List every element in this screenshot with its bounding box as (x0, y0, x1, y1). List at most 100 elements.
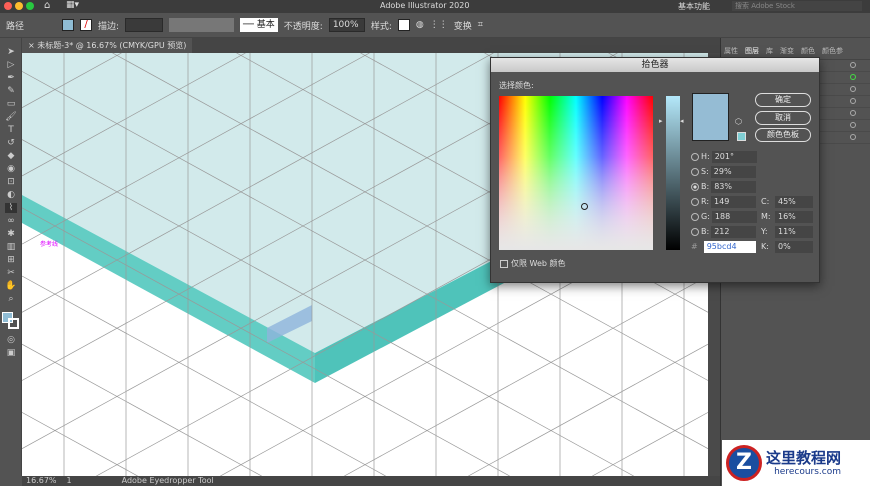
cyan-label: C: (761, 197, 770, 206)
tab-libraries[interactable]: 库 (766, 46, 773, 56)
warp-tool-icon[interactable]: ◉ (5, 164, 17, 174)
magenta-input[interactable]: 16% (775, 210, 813, 223)
brightness-row: B: 83% (691, 180, 761, 193)
tools-panel: ➤ ▷ ✒ ✎ ▭ 🖌 T ↺ ◆ ◉ ⊡ ◐ ⌇ ∞ ✱ ▥ ⊞ ✂ ✋ ⌕ … (0, 38, 22, 476)
brightness-radio[interactable] (691, 182, 699, 191)
object-type: 路径 (6, 21, 25, 32)
minimize-button[interactable] (15, 2, 23, 10)
hue-input[interactable]: 201° (711, 150, 757, 163)
green-input[interactable]: 188 (711, 210, 757, 223)
blend-tool-icon[interactable]: ∞ (5, 216, 17, 226)
stroke-color-box[interactable] (8, 318, 19, 329)
workspace-switcher[interactable]: 基本功能 (678, 1, 710, 12)
artboard-number[interactable]: 1 (67, 476, 72, 486)
rotate-tool-icon[interactable]: ↺ (5, 138, 17, 148)
red-input[interactable]: 149 (711, 195, 757, 208)
gamut-swatch[interactable] (737, 132, 746, 141)
watermark-url: herecours.com (774, 466, 842, 477)
blue-input[interactable]: 212 (711, 225, 757, 238)
guide-label: 参考线 (40, 241, 59, 248)
red-radio[interactable] (691, 197, 699, 206)
hand-tool-icon[interactable]: ✋ (5, 281, 17, 291)
selection-tool-icon[interactable]: ➤ (5, 47, 17, 57)
home-icon[interactable]: ⌂ (44, 0, 50, 11)
color-field-cursor[interactable] (581, 203, 588, 210)
brightness-input[interactable]: 83% (711, 180, 757, 193)
slider-handle-right[interactable]: ◂ (680, 117, 684, 125)
tab-layers[interactable]: 图层 (745, 46, 759, 56)
out-of-gamut-icon[interactable]: ⬡ (735, 117, 742, 126)
brightness-slider[interactable] (666, 96, 680, 250)
hex-input[interactable]: 95bcd4 (703, 240, 756, 253)
slice-tool-icon[interactable]: ✂ (5, 268, 17, 278)
eyedropper-tool-icon[interactable]: ⌇ (5, 203, 17, 213)
cancel-button[interactable]: 取消 (755, 111, 811, 125)
color-field[interactable] (499, 96, 653, 250)
type-tool-icon[interactable]: T (5, 125, 17, 135)
zoom-level[interactable]: 16.67% (26, 476, 57, 486)
tab-color[interactable]: 颜色 (801, 46, 815, 56)
title-bar: ⌂ ▦▾ Adobe Illustrator 2020 基本功能 搜索 Adob… (0, 0, 870, 13)
stroke-weight-input[interactable] (125, 18, 164, 32)
eraser-tool-icon[interactable]: ◆ (5, 151, 17, 161)
isolate-icon[interactable]: ⌗ (478, 20, 483, 30)
magenta-row: M: 16% (761, 210, 816, 223)
saturation-input[interactable]: 29% (710, 165, 756, 178)
brush-select[interactable]: ── 基本 (240, 18, 278, 32)
transform-button[interactable]: 变换 (454, 19, 472, 32)
red-label: R: (701, 197, 710, 206)
variable-width-select[interactable] (169, 18, 235, 32)
opacity-label: 不透明度: (283, 21, 323, 32)
slider-handle-left[interactable]: ▸ (659, 117, 663, 125)
tab-properties[interactable]: 属性 (724, 46, 738, 56)
blue-radio[interactable] (691, 227, 699, 236)
style-swatch[interactable] (397, 19, 410, 31)
yellow-input[interactable]: 11% (775, 225, 813, 238)
curvature-tool-icon[interactable]: ✎ (5, 86, 17, 96)
screen-mode-icon[interactable]: ▣ (5, 348, 17, 358)
grid-line (22, 343, 262, 476)
checkbox-box[interactable] (500, 259, 508, 268)
free-transform-tool-icon[interactable]: ⊡ (5, 177, 17, 187)
artboard-tool-icon[interactable]: ⊞ (5, 255, 17, 265)
watermark-logo: Z (726, 445, 762, 481)
fill-swatch[interactable] (62, 19, 74, 31)
recolor-icon[interactable]: ◍ (416, 20, 424, 30)
close-button[interactable] (4, 2, 12, 10)
symbol-tool-icon[interactable]: ✱ (5, 229, 17, 239)
layout-icon[interactable]: ▦▾ (66, 0, 79, 10)
yellow-label: Y: (761, 227, 768, 236)
hue-radio[interactable] (691, 152, 699, 161)
zoom-tool-icon[interactable]: ⌕ (5, 294, 17, 304)
tab-gradient[interactable]: 渐变 (780, 46, 794, 56)
cyan-input[interactable]: 45% (775, 195, 813, 208)
green-label: G: (701, 212, 710, 221)
control-bar: 路径 / 描边: ── 基本 不透明度: 100% 样式: ◍ ⋮⋮ 变换 ⌗ (0, 13, 870, 38)
stock-search-input[interactable]: 搜索 Adobe Stock (732, 1, 862, 11)
rectangle-tool-icon[interactable]: ▭ (5, 99, 17, 109)
saturation-radio[interactable] (691, 167, 699, 176)
opacity-input[interactable]: 100% (328, 18, 365, 32)
ok-button[interactable]: 确定 (755, 93, 811, 107)
draw-mode-icon[interactable]: ◎ (5, 335, 17, 345)
color-swatches-button[interactable]: 颜色色板 (755, 128, 811, 142)
grid-line (468, 343, 708, 476)
black-label: K: (761, 242, 769, 251)
maximize-button[interactable] (26, 2, 34, 10)
magenta-label: M: (761, 212, 771, 221)
stroke-swatch[interactable]: / (80, 19, 92, 31)
document-tab[interactable]: × 未标题-3* @ 16.67% (CMYK/GPU 预览) (22, 38, 193, 53)
green-radio[interactable] (691, 212, 699, 221)
black-input[interactable]: 0% (775, 240, 813, 253)
shape-builder-tool-icon[interactable]: ◐ (5, 190, 17, 200)
direct-selection-tool-icon[interactable]: ▷ (5, 60, 17, 70)
align-icon[interactable]: ⋮⋮ (430, 20, 448, 30)
hue-row: H: 201° (691, 150, 761, 163)
saturation-row: S: 29% (691, 165, 761, 178)
paintbrush-tool-icon[interactable]: 🖌 (5, 112, 17, 122)
green-row: G: 188 (691, 210, 761, 223)
graph-tool-icon[interactable]: ▥ (5, 242, 17, 252)
web-colors-only-checkbox[interactable]: 仅限 Web 颜色 (500, 258, 566, 269)
pen-tool-icon[interactable]: ✒ (5, 73, 17, 83)
tab-color-guide[interactable]: 颜色参 (822, 46, 843, 56)
